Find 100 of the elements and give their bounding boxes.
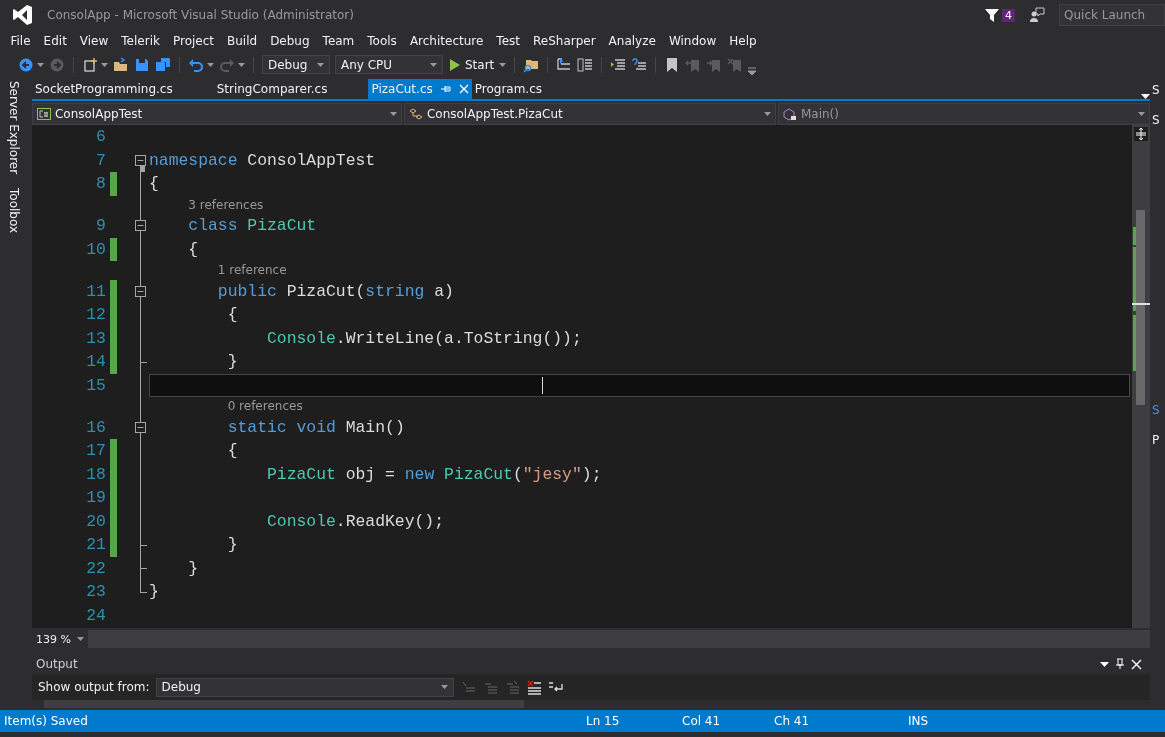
new-project-icon[interactable] (82, 56, 98, 73)
caret-icon[interactable] (499, 62, 507, 67)
save-all-icon[interactable] (155, 56, 171, 73)
line-number: 17 (85, 441, 106, 461)
outdent-icon[interactable] (631, 56, 648, 73)
char-indicator: Ch 41 (774, 714, 811, 728)
code-line: public PizaCut(string a) (216, 280, 455, 303)
menu-item[interactable]: ReSharper (526, 34, 603, 48)
caret-icon[interactable] (317, 62, 324, 67)
caret-icon[interactable] (440, 685, 448, 689)
play-icon (450, 58, 460, 71)
feedback-icon[interactable] (1029, 7, 1045, 23)
menu-item[interactable]: Edit (37, 34, 74, 48)
caret-icon[interactable] (763, 112, 771, 116)
window-title: ConsolApp - Microsoft Visual Studio (Administrator) (47, 8, 355, 22)
vertical-scrollbar[interactable] (1132, 125, 1151, 628)
code-line: { (148, 173, 160, 196)
line-number: 14 (85, 352, 106, 372)
dropdown-icon[interactable] (1100, 661, 1110, 667)
tree-icon[interactable] (556, 56, 573, 73)
code-line: { (187, 238, 200, 261)
menu-item[interactable]: Test (489, 34, 527, 48)
notification-badge[interactable]: 4 (1002, 8, 1015, 22)
member-dropdown[interactable]: Main() (777, 103, 1151, 125)
line-number: 7 (95, 150, 106, 170)
caret-icon[interactable] (238, 62, 245, 67)
line-number: 8 (95, 174, 106, 194)
menu-item[interactable]: Tools (360, 34, 404, 48)
caret-icon[interactable] (430, 62, 437, 67)
menu-item[interactable]: Build (220, 34, 264, 48)
menu-item[interactable]: Telerik (114, 34, 167, 48)
side-tab[interactable]: Server Explorer (6, 81, 21, 175)
caret-icon[interactable] (1138, 112, 1146, 116)
output-source-dropdown[interactable]: Debug (155, 677, 454, 697)
document-tab[interactable]: StringComparer.cs (213, 79, 331, 99)
save-icon[interactable] (134, 56, 150, 73)
caret-icon[interactable] (207, 62, 214, 67)
menu-item[interactable]: View (73, 34, 115, 48)
document-tab[interactable]: Program.cs (471, 79, 546, 99)
line-number: 15 (85, 375, 106, 395)
columns-icon[interactable] (577, 56, 594, 73)
menu-item[interactable]: Project (166, 34, 221, 48)
menu-item[interactable]: Team (316, 34, 361, 48)
menu-item[interactable]: Debug (263, 34, 317, 48)
csharp-file-icon (36, 108, 51, 120)
filter-icon[interactable] (984, 7, 1000, 23)
code-line: class PizaCut (187, 215, 318, 238)
line-number: 24 (85, 605, 106, 625)
line-number: 23 (85, 582, 106, 602)
reference-count[interactable]: 3 references (188, 197, 264, 212)
split-icon[interactable] (1134, 127, 1149, 141)
panel-tab[interactable]: S (1152, 107, 1165, 137)
overflow-icon[interactable] (748, 67, 757, 75)
caret-icon[interactable] (37, 62, 44, 67)
collapse-icon[interactable] (134, 220, 146, 231)
project-dropdown[interactable]: ConsolAppTest (31, 103, 402, 125)
toolbar-dropdown[interactable]: Any CPU (335, 55, 443, 74)
caret-icon[interactable] (101, 62, 108, 67)
quick-launch-field[interactable]: Quick Launch (1059, 4, 1165, 26)
caret-icon[interactable] (76, 637, 84, 641)
type-dropdown[interactable]: ConsolAppTest.PizaCut (403, 103, 776, 125)
menu-item[interactable]: File (4, 34, 38, 48)
caret-icon[interactable] (389, 112, 397, 116)
line-number: 21 (85, 535, 106, 555)
panel-tab[interactable]: P (1152, 427, 1165, 457)
code-line: } (226, 351, 239, 374)
class-icon (408, 108, 423, 120)
menu-item[interactable]: Help (722, 34, 764, 48)
indent-icon[interactable] (610, 56, 627, 73)
panel-tab[interactable]: S (1152, 397, 1165, 427)
field-label: Show output from: (37, 680, 150, 694)
panel-tab[interactable]: S (1152, 77, 1165, 107)
folder-icon[interactable] (113, 56, 129, 73)
code-line: { (226, 304, 239, 327)
code-line: { (226, 440, 239, 463)
tab-list-icon[interactable] (1141, 94, 1151, 99)
reference-count[interactable]: 0 references (227, 399, 303, 414)
line-number: 22 (85, 558, 106, 578)
close-icon[interactable] (1131, 658, 1143, 670)
reference-count[interactable]: 1 reference (217, 263, 287, 278)
start-button[interactable]: Start (448, 57, 497, 72)
horizontal-scrollbar[interactable] (43, 700, 524, 708)
collapse-icon[interactable] (134, 154, 146, 166)
line-number: 9 (95, 216, 106, 236)
document-tab[interactable]: SocketProgramming.cs (31, 79, 176, 99)
clear-all-icon[interactable] (525, 679, 542, 695)
visual-studio-logo (12, 4, 33, 26)
toolbar-dropdown[interactable]: Debug (262, 55, 330, 74)
menu-item[interactable]: Window (662, 34, 723, 48)
line-number: 19 (85, 488, 106, 508)
scrollbar-thumb[interactable] (1136, 210, 1146, 405)
code-line: Console.WriteLine(a.ToString()); (266, 327, 583, 350)
back-icon[interactable] (18, 56, 34, 73)
panel-title: Output (35, 657, 79, 671)
side-tab[interactable]: Toolbox (6, 188, 21, 234)
menu-item[interactable]: Architecture (403, 34, 490, 48)
word-wrap-icon[interactable] (547, 681, 564, 693)
menu-item[interactable]: Analyze (602, 34, 663, 48)
pin-icon[interactable] (1115, 658, 1126, 670)
zoom-dropdown[interactable]: 139 % (31, 630, 88, 648)
